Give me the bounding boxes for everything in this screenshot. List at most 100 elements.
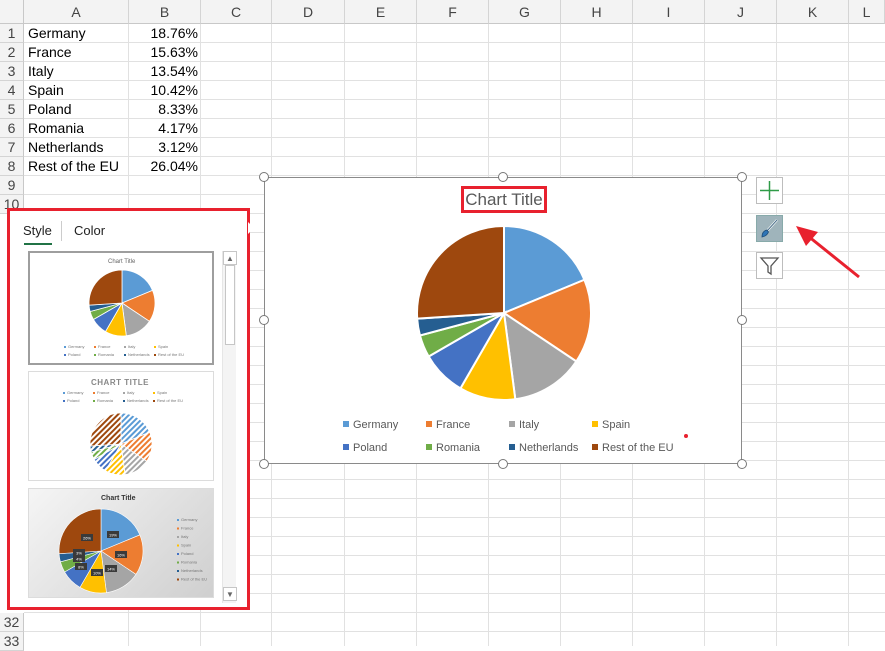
cell-share[interactable]: 8.33% [129,100,198,119]
cell-country[interactable]: Netherlands [28,138,104,157]
column-header-f[interactable]: F [417,0,489,24]
mini-legend-label: Poland [67,398,79,403]
cell-country[interactable]: Romania [28,119,84,138]
mini-data-label: 14% [105,565,117,572]
column-header-e[interactable]: E [345,0,417,24]
style-preview-3[interactable]: Chart Title Germany France Italy Spain Polan… [28,488,214,598]
row-header-2[interactable]: 2 [0,43,24,62]
mini-legend-label: Netherlands [181,568,203,573]
pie-slice-rest-of-the-eu [58,508,102,555]
legend-entry[interactable]: Rest of the EU [592,441,674,455]
mini-data-label: 8% [75,563,87,570]
column-header-i[interactable]: I [633,0,705,24]
legend-entry[interactable]: Poland [343,441,387,455]
row-header-7[interactable]: 7 [0,138,24,157]
cell-share[interactable]: 3.12% [129,138,198,157]
column-header-j[interactable]: J [705,0,777,24]
row-header-5[interactable]: 5 [0,100,24,119]
legend-entry[interactable]: Netherlands [509,441,578,455]
mini-legend-label: Netherlands [128,352,150,357]
legend-entry[interactable]: France [426,418,470,432]
row-header-4[interactable]: 4 [0,81,24,100]
mini-legend-entry: Germany [64,344,84,349]
legend-label: Germany [353,419,399,431]
resize-handle-tr[interactable] [737,172,747,182]
cell-country[interactable]: Poland [28,100,72,119]
row-header-33[interactable]: 33 [0,632,24,651]
resize-handle-br[interactable] [737,459,747,469]
cell-country[interactable]: France [28,43,72,62]
style-preview-1[interactable]: Chart Title Germany France Italy Spain Polan… [28,251,214,365]
column-header-g[interactable]: G [489,0,561,24]
mini-legend-entry: Spain [177,543,191,548]
select-all-corner[interactable] [0,0,24,24]
cell-share[interactable]: 15.63% [129,43,198,62]
scroll-thumb[interactable] [225,265,235,345]
resize-handle-tl[interactable] [259,172,269,182]
cell-share[interactable]: 26.04% [129,157,198,176]
resize-handle-tm[interactable] [498,172,508,182]
legend-swatch [592,444,598,450]
resize-handle-ml[interactable] [259,315,269,325]
mini-legend-label: France [97,390,110,395]
mini-data-label: 26% [81,534,93,541]
tab-color[interactable]: Color [74,223,105,238]
legend-entry[interactable]: Romania [426,441,480,455]
legend-entry[interactable]: Germany [343,418,398,432]
row-header-6[interactable]: 6 [0,119,24,138]
cell-country[interactable]: Spain [28,81,64,100]
resize-handle-bl[interactable] [259,459,269,469]
svg-text:10%: 10% [93,571,101,576]
scroll-up-icon[interactable]: ▲ [223,251,237,265]
mini-legend-label: Spain [181,543,191,548]
resize-handle-mr[interactable] [737,315,747,325]
column-header-k[interactable]: K [777,0,849,24]
chart-styles-button[interactable] [756,215,783,242]
style-preview-2[interactable]: CHART TITLE Germany France Italy Spain Polan… [28,371,214,481]
column-header-l[interactable]: L [849,0,885,24]
row-header-9[interactable]: 9 [0,176,24,195]
cell-country[interactable]: Rest of the EU [28,157,119,176]
chart-filters-button[interactable] [756,252,783,279]
column-header-c[interactable]: C [201,0,272,24]
cell-country[interactable]: Germany [28,24,86,43]
svg-text:8%: 8% [78,565,84,570]
cell-share[interactable]: 18.76% [129,24,198,43]
cell-share[interactable]: 4.17% [129,119,198,138]
column-header-d[interactable]: D [272,0,345,24]
svg-text:16%: 16% [117,553,125,558]
pie-chart[interactable]: Chart Title Germany France Italy Spain Polan… [264,177,742,464]
mini-legend-label: Italy [128,344,135,349]
scroll-down-icon[interactable]: ▼ [223,587,237,601]
row-header-1[interactable]: 1 [0,24,24,43]
mini-legend-entry: Rest of the EU [154,352,184,357]
row-header-3[interactable]: 3 [0,62,24,81]
mini-data-label: 16% [115,551,127,558]
cell-country[interactable]: Italy [28,62,54,81]
row-header-8[interactable]: 8 [0,157,24,176]
cell-share[interactable]: 10.42% [129,81,198,100]
legend-label: Rest of the EU [602,442,674,454]
row-header-32[interactable]: 32 [0,613,24,632]
style-panel-scrollbar[interactable]: ▲ ▼ [222,251,237,603]
style-preview-pie: Germany France Italy Spain Poland Romania Neth… [63,390,183,476]
mini-data-label: 10% [91,569,103,576]
mini-legend-label: Italy [127,390,134,395]
column-header-h[interactable]: H [561,0,633,24]
legend-label: Poland [353,442,388,454]
column-header-a[interactable]: A [24,0,129,24]
mini-legend-entry: Rest of the EU [177,577,207,582]
pie-slice-rest-of-the-eu [88,269,123,306]
mini-data-label: 19% [107,531,119,538]
legend-entry[interactable]: Italy [509,418,539,432]
tab-style[interactable]: Style [23,223,52,238]
mini-legend-label: France [98,344,111,349]
chart-elements-button[interactable] [756,177,783,204]
resize-handle-bm[interactable] [498,459,508,469]
column-header-b[interactable]: B [129,0,201,24]
cell-share[interactable]: 13.54% [129,62,198,81]
annotation-arrow-icon [796,226,860,279]
mini-legend-label: Spain [158,344,168,349]
legend-entry[interactable]: Spain [592,418,630,432]
legend-label: Romania [436,442,481,454]
